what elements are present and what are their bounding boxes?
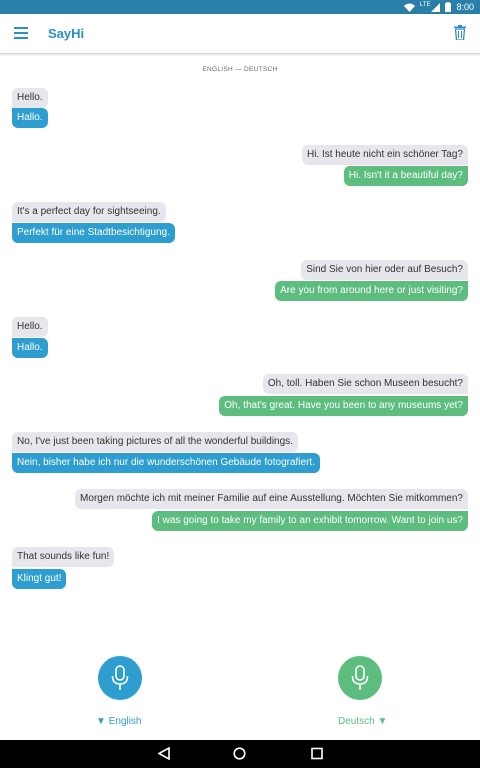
trash-icon[interactable] [454,25,466,40]
deutsch-mic-button[interactable] [338,656,382,700]
message-original[interactable]: That sounds like fun! [12,547,115,567]
message-original[interactable]: It's a perfect day for sightseeing. [12,202,166,222]
home-icon[interactable] [233,747,246,760]
battery-icon [445,2,452,12]
deutsch-language-selector[interactable]: Deutsch ▼ [338,716,387,727]
recents-icon[interactable] [311,747,323,760]
clock: 8:00 [456,2,474,12]
message-original[interactable]: No, I've just been taking pictures of al… [12,432,298,452]
network-label: LTE [419,1,431,8]
navigation-bar [0,740,480,768]
message-original[interactable]: Hi. Ist heute nicht ein schöner Tag? [301,145,468,165]
message-original[interactable]: Hello. [12,88,48,108]
message-translation[interactable]: Are you from around here or just visitin… [275,281,468,301]
message-translation[interactable]: I was going to take my family to an exhi… [152,511,468,531]
menu-icon[interactable] [14,26,30,40]
message-translation[interactable]: Nein, bisher habe ich nur die wunderschö… [12,453,320,473]
english-mic-button[interactable] [98,656,142,700]
english-language-selector[interactable]: ▼ English [96,716,141,727]
message-original[interactable]: Hello. [12,317,48,337]
wifi-icon [403,3,415,12]
app-title: SayHi [48,26,85,41]
message-translation[interactable]: Hi. Isn't it a beautiful day? [343,166,468,186]
message-original[interactable]: Oh, toll. Haben Sie schon Museen besucht… [262,374,468,394]
message-translation[interactable]: Oh, that's great. Have you been to any m… [219,396,468,416]
message-translation[interactable]: Perfekt für eine Stadtbesichtigung. [12,223,175,243]
app-bar: SayHi [0,14,480,54]
signal-icon [431,2,441,12]
message-original[interactable]: Sind Sie von hier oder auf Besuch? [301,260,468,280]
status-bar: LTE 8:00 [0,0,480,14]
language-pair-header: ENGLISH — DEUTSCH [202,66,278,73]
back-icon[interactable] [158,747,170,760]
message-translation[interactable]: Hallo. [12,108,48,128]
message-original[interactable]: Morgen möchte ich mit meiner Familie auf… [75,489,468,509]
microphone-icon [111,665,129,690]
microphone-icon [351,665,369,690]
message-translation[interactable]: Klingt gut! [12,569,67,589]
message-translation[interactable]: Hallo. [12,338,48,358]
